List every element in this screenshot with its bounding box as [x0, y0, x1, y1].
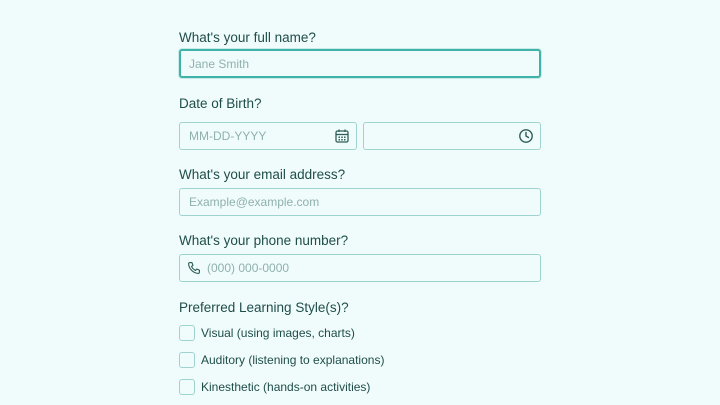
full-name-label: What's your full name?: [179, 30, 316, 45]
learning-option-visual[interactable]: Visual (using images, charts): [179, 324, 355, 342]
dob-time-field[interactable]: [363, 122, 541, 150]
auditory-option-label: Auditory (listening to explanations): [201, 353, 385, 367]
calendar-icon[interactable]: [334, 128, 350, 144]
dob-date-input[interactable]: [189, 123, 325, 149]
phone-label: What's your phone number?: [179, 233, 349, 248]
dob-label: Date of Birth?: [179, 96, 262, 111]
dob-date-field[interactable]: [179, 122, 357, 150]
email-label: What's your email address?: [179, 167, 346, 182]
full-name-field[interactable]: [179, 49, 541, 78]
auditory-checkbox[interactable]: [179, 352, 195, 368]
visual-checkbox[interactable]: [179, 325, 195, 341]
phone-field[interactable]: [179, 254, 541, 282]
kinesthetic-checkbox[interactable]: [179, 379, 195, 395]
visual-option-label: Visual (using images, charts): [201, 326, 355, 340]
dob-time-input[interactable]: [373, 123, 509, 149]
learning-style-label: Preferred Learning Style(s)?: [179, 300, 349, 315]
kinesthetic-option-label: Kinesthetic (hands-on activities): [201, 380, 371, 394]
full-name-input[interactable]: [189, 51, 507, 76]
learning-option-kinesthetic[interactable]: Kinesthetic (hands-on activities): [179, 378, 370, 396]
clock-icon[interactable]: [518, 128, 534, 144]
phone-icon: [188, 262, 200, 274]
email-input[interactable]: [189, 189, 509, 215]
learning-option-auditory[interactable]: Auditory (listening to explanations): [179, 351, 384, 369]
email-field[interactable]: [179, 188, 541, 216]
phone-input[interactable]: [207, 255, 527, 281]
